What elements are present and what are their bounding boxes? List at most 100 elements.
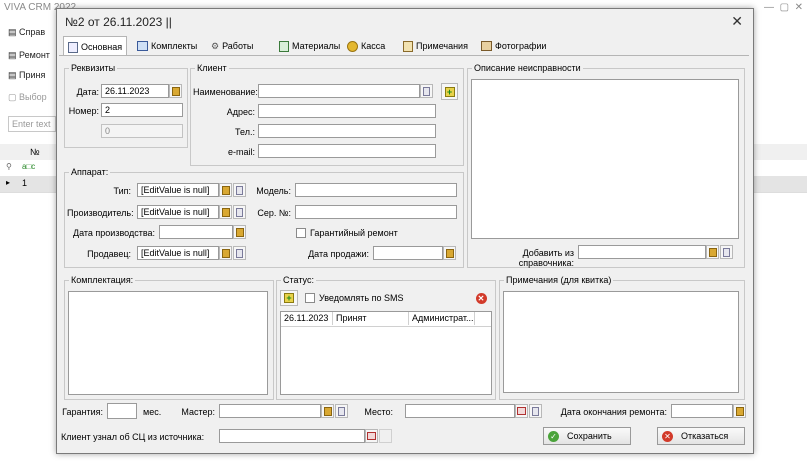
photo-icon bbox=[481, 41, 492, 51]
model-field[interactable] bbox=[295, 183, 457, 197]
book-icon bbox=[323, 406, 332, 416]
repair-end-date-field[interactable] bbox=[671, 404, 733, 418]
seller-list-button[interactable] bbox=[233, 246, 246, 260]
tab-photos[interactable]: Фотографии bbox=[477, 37, 550, 55]
phone-label: Тел.: bbox=[235, 127, 255, 137]
sms-notify-checkbox[interactable] bbox=[305, 293, 315, 303]
reference-list-button[interactable] bbox=[720, 245, 733, 259]
list-icon bbox=[532, 406, 539, 416]
add-from-reference-field[interactable] bbox=[578, 245, 706, 259]
address-field[interactable] bbox=[258, 104, 436, 118]
requisites-group: Реквизиты Дата: 26.11.2023 Номер: 2 0 bbox=[64, 63, 188, 148]
type-field[interactable]: [EditValue is null] bbox=[137, 183, 219, 197]
manufacturer-list-button[interactable] bbox=[233, 205, 246, 219]
device-group: Аппарат: Тип: [EditValue is null] Произв… bbox=[64, 167, 464, 268]
serial-field[interactable] bbox=[295, 205, 457, 219]
manufacturer-label: Производитель: bbox=[67, 208, 134, 218]
date-label: Дата: bbox=[76, 87, 99, 97]
tab-cashbox[interactable]: Касса bbox=[343, 37, 389, 55]
client-group: Клиент Наименование: + Адрес: Тел.: e-ma… bbox=[190, 63, 464, 166]
warranty-months-field[interactable] bbox=[107, 403, 137, 419]
add-status-button[interactable]: + bbox=[280, 290, 298, 306]
place-field[interactable] bbox=[405, 404, 515, 418]
tab-works[interactable]: ⚙ Работы bbox=[207, 37, 257, 55]
number-field[interactable]: 2 bbox=[101, 103, 183, 117]
place-dropdown-button[interactable] bbox=[515, 404, 528, 418]
type-list-button[interactable] bbox=[233, 183, 246, 197]
fault-description-area[interactable] bbox=[471, 79, 739, 239]
master-list-button[interactable] bbox=[335, 404, 348, 418]
manufacturer-dropdown-button[interactable] bbox=[219, 205, 232, 219]
months-label: мес. bbox=[143, 407, 162, 417]
toolbar-item-repair[interactable]: ▤ Ремонт bbox=[8, 50, 50, 61]
kit-title: Комплектация: bbox=[69, 275, 136, 285]
phone-field[interactable] bbox=[258, 124, 436, 138]
sale-date-field[interactable] bbox=[373, 246, 443, 260]
select-icon: ▢ bbox=[8, 92, 20, 102]
seller-dropdown-button[interactable] bbox=[219, 246, 232, 260]
client-list-button[interactable] bbox=[420, 84, 433, 98]
list-icon bbox=[423, 86, 430, 96]
toolbar-item-accept[interactable]: ▤ Приня bbox=[8, 70, 45, 81]
document-icon bbox=[68, 41, 78, 53]
device-title: Аппарат: bbox=[69, 167, 111, 177]
repair-end-date-label: Дата окончания ремонта: bbox=[560, 407, 667, 417]
status-title: Статус: bbox=[281, 275, 316, 285]
cancel-button[interactable]: ✕ Отказаться bbox=[657, 427, 745, 445]
list-icon bbox=[338, 406, 345, 416]
status-date-cell: 26.11.2023 bbox=[281, 312, 333, 325]
seller-field[interactable]: [EditValue is null] bbox=[137, 246, 219, 260]
status-user-cell: Администрат... bbox=[409, 312, 475, 325]
source-field[interactable] bbox=[219, 429, 365, 443]
tab-materials[interactable]: Материалы bbox=[275, 37, 344, 55]
source-dropdown-button[interactable] bbox=[365, 429, 378, 443]
tab-notes[interactable]: Примечания bbox=[399, 37, 472, 55]
requisites-title: Реквизиты bbox=[69, 63, 118, 73]
close-icon[interactable]: ✕ bbox=[731, 13, 743, 30]
tab-main[interactable]: Основная bbox=[63, 36, 128, 57]
place-list-button[interactable] bbox=[529, 404, 542, 418]
calendar-icon bbox=[445, 248, 454, 258]
manufacturer-field[interactable]: [EditValue is null] bbox=[137, 205, 219, 219]
delete-icon: ✕ bbox=[475, 292, 487, 304]
equals-icon: a□c bbox=[22, 162, 36, 171]
client-name-field[interactable] bbox=[258, 84, 420, 98]
master-dropdown-button[interactable] bbox=[321, 404, 334, 418]
delete-status-button[interactable]: ✕ bbox=[473, 290, 489, 306]
search-input[interactable]: Enter text bbox=[8, 116, 56, 132]
list-icon bbox=[723, 247, 730, 257]
reference-dropdown-button[interactable] bbox=[706, 245, 719, 259]
tab-kits[interactable]: Комплекты bbox=[133, 37, 201, 55]
table-row[interactable]: 26.11.2023 Принят Администрат... bbox=[281, 312, 491, 327]
client-name-label: Наименование: bbox=[193, 87, 258, 97]
list-icon bbox=[236, 185, 243, 195]
warranty-repair-label: Гарантийный ремонт bbox=[310, 228, 398, 238]
production-date-field[interactable] bbox=[159, 225, 233, 239]
address-label: Адрес: bbox=[226, 107, 255, 117]
kit-area[interactable] bbox=[68, 291, 268, 395]
toolbar-item-select[interactable]: ▢ Выбор bbox=[8, 92, 47, 103]
date-field[interactable]: 26.11.2023 bbox=[101, 84, 169, 98]
sale-date-button[interactable] bbox=[443, 246, 456, 260]
window-controls[interactable]: — ▢ ✕ bbox=[764, 2, 803, 13]
toolbar-item-reference[interactable]: ▤ Справ bbox=[8, 27, 45, 38]
production-date-button[interactable] bbox=[233, 225, 246, 239]
save-button[interactable]: ✓ Сохранить bbox=[543, 427, 631, 445]
book-icon bbox=[221, 207, 230, 217]
tab-content-main: Реквизиты Дата: 26.11.2023 Номер: 2 0 Кл… bbox=[59, 55, 749, 402]
table-icon bbox=[137, 41, 148, 51]
calendar-icon bbox=[735, 406, 744, 416]
add-client-button[interactable]: + bbox=[441, 83, 458, 100]
master-field[interactable] bbox=[219, 404, 321, 418]
calendar-icon bbox=[171, 86, 180, 96]
receipt-notes-area[interactable] bbox=[503, 291, 739, 393]
source-list-button[interactable] bbox=[379, 429, 392, 443]
warranty-repair-checkbox[interactable] bbox=[296, 228, 306, 238]
list-icon bbox=[236, 248, 243, 258]
calendar-dropdown-button[interactable] bbox=[169, 84, 182, 98]
receipt-notes-title: Примечания (для квитка) bbox=[504, 275, 614, 285]
type-dropdown-button[interactable] bbox=[219, 183, 232, 197]
email-field[interactable] bbox=[258, 144, 436, 158]
repair-end-date-button[interactable] bbox=[733, 404, 746, 418]
calendar-icon bbox=[235, 227, 244, 237]
